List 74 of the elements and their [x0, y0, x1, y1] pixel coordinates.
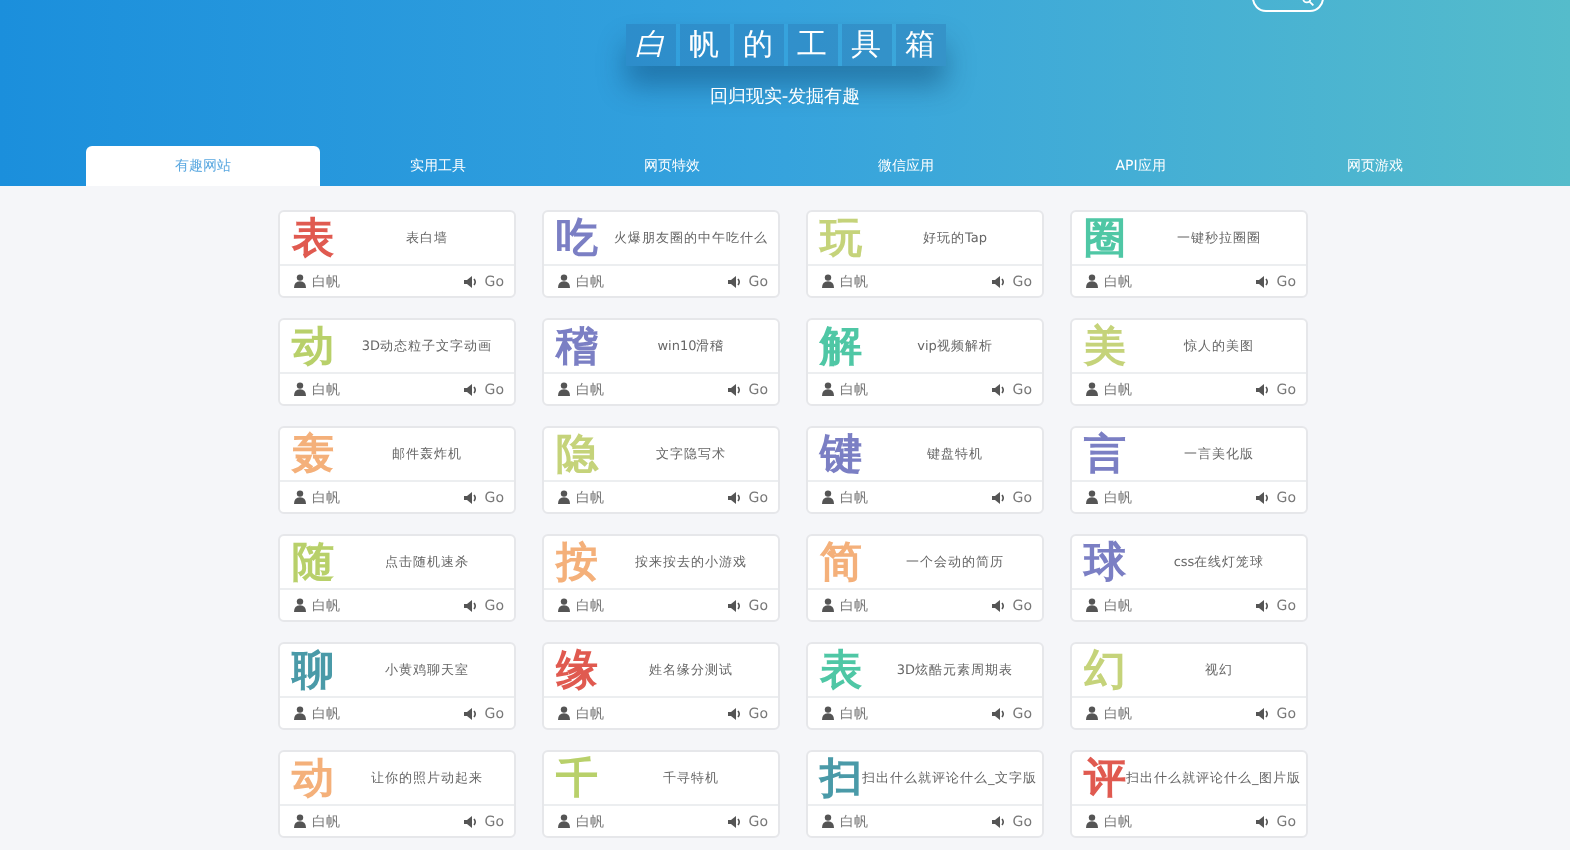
speaker-icon: [992, 383, 1007, 395]
user-icon: [294, 814, 306, 828]
speaker-icon: [992, 599, 1007, 611]
speaker-icon: [728, 707, 743, 719]
speaker-icon: [728, 275, 743, 287]
user-icon: [1086, 706, 1098, 720]
card-initial: 动: [292, 757, 336, 799]
card-initial: 千: [556, 757, 600, 799]
user-icon: [822, 490, 834, 504]
card-initial: 按: [556, 541, 600, 583]
user-icon: [558, 598, 570, 612]
card-initial: 吃: [556, 217, 600, 259]
user-icon: [822, 382, 834, 396]
card-initial: 轰: [292, 433, 336, 475]
card-initial: 表: [292, 217, 336, 259]
user-icon: [294, 490, 306, 504]
speaker-icon: [1256, 599, 1271, 611]
card-initial: 动: [292, 325, 336, 367]
speaker-icon: [1256, 707, 1271, 719]
speaker-icon: [464, 275, 479, 287]
speaker-icon: [728, 815, 743, 827]
card-initial: 表: [820, 649, 864, 691]
speaker-icon: [464, 599, 479, 611]
card-initial: 评: [1084, 757, 1126, 799]
user-icon: [294, 598, 306, 612]
speaker-icon: [1256, 275, 1271, 287]
speaker-icon: [464, 815, 479, 827]
user-icon: [294, 274, 306, 288]
user-icon: [1086, 598, 1098, 612]
user-icon: [558, 274, 570, 288]
speaker-icon: [1256, 383, 1271, 395]
card-initial: 言: [1084, 433, 1128, 475]
card-initial: 扫: [820, 757, 862, 799]
speaker-icon: [728, 599, 743, 611]
card-initial: 隐: [556, 433, 601, 475]
speaker-icon: [728, 383, 743, 395]
user-icon: [294, 706, 306, 720]
card-initial: 解: [820, 325, 864, 367]
card-initial: 简: [820, 541, 864, 583]
speaker-icon: [992, 707, 1007, 719]
card-initial: 美: [1084, 325, 1128, 367]
user-icon: [294, 382, 306, 396]
speaker-icon: [464, 491, 479, 503]
user-icon: [1086, 382, 1098, 396]
speaker-icon: [1256, 491, 1271, 503]
card-initial: 圈: [1084, 217, 1128, 259]
card-initial: 随: [292, 541, 336, 583]
user-icon: [1086, 814, 1098, 828]
speaker-icon: [992, 815, 1007, 827]
user-icon: [558, 382, 570, 396]
speaker-icon: [728, 491, 743, 503]
card-initial: 球: [1084, 541, 1128, 583]
user-icon: [1086, 490, 1098, 504]
user-icon: [822, 274, 834, 288]
user-icon: [558, 814, 570, 828]
card-initial: 缘: [556, 649, 600, 691]
user-icon: [558, 706, 570, 720]
user-icon: [558, 490, 570, 504]
speaker-icon: [1256, 815, 1271, 827]
speaker-icon: [464, 707, 479, 719]
user-icon: [822, 598, 834, 612]
card-initial: 玩: [820, 217, 864, 259]
site-title: 白 帆 的 工 具 箱: [625, 24, 945, 66]
card-initial: 聊: [292, 649, 336, 691]
card-initial: 稽: [556, 325, 600, 367]
card-initial: 键: [820, 433, 864, 475]
speaker-icon: [464, 383, 479, 395]
site-subtitle: 回归现实-发掘有趣: [709, 85, 861, 110]
speaker-icon: [992, 275, 1007, 287]
card-initial: 幻: [1084, 649, 1128, 691]
user-icon: [1086, 274, 1098, 288]
speaker-icon: [992, 491, 1007, 503]
user-icon: [822, 706, 834, 720]
user-icon: [822, 814, 834, 828]
